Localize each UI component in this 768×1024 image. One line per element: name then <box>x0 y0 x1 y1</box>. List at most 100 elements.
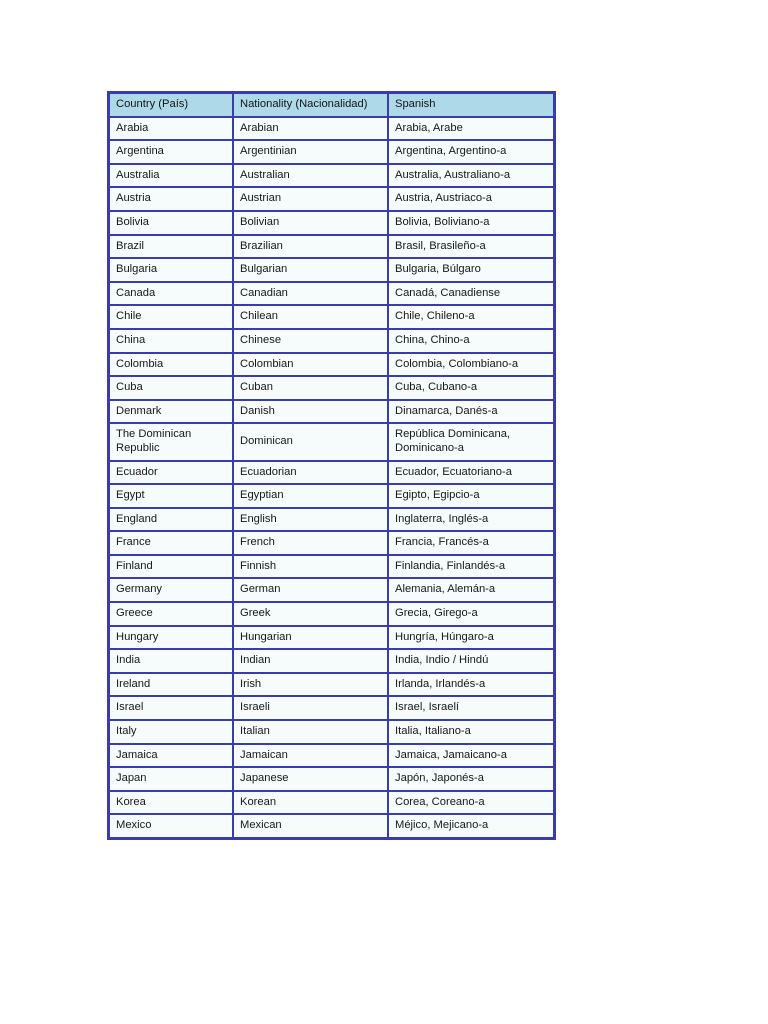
cell-nationality: Jamaican <box>233 743 388 768</box>
cell-spanish: Israel, Israelí <box>388 696 554 721</box>
cell-nationality: Brazilian <box>233 234 388 259</box>
cell-nationality: French <box>233 531 388 555</box>
cell-nationality: Dominican <box>233 423 388 461</box>
cell-country: Jamaica <box>109 743 233 768</box>
cell-country: Mexico <box>109 814 233 838</box>
cell-country: Chile <box>109 305 233 329</box>
table-row: Israel Israeli Israel, Israelí <box>109 696 554 721</box>
cell-spanish: Australia, Australiano-a <box>388 163 554 188</box>
cell-spanish: Francia, Francés-a <box>388 531 554 555</box>
cell-nationality: Arabian <box>233 116 388 141</box>
table-row: Bolivia Bolivian Bolivia, Boliviano-a <box>109 210 554 235</box>
cell-country: China <box>109 328 233 353</box>
cell-country: Argentina <box>109 140 233 164</box>
cell-country: India <box>109 649 233 673</box>
cell-spanish: Brasil, Brasileño-a <box>388 234 554 259</box>
cell-nationality: Austrian <box>233 187 388 211</box>
cell-spanish: Arabia, Arabe <box>388 116 554 141</box>
cell-country: Austria <box>109 187 233 211</box>
cell-nationality: Israeli <box>233 696 388 721</box>
column-header-country: Country (País) <box>109 93 233 117</box>
table-row: Egypt Egyptian Egipto, Egipcio-a <box>109 484 554 508</box>
cell-spanish: Austria, Austriaco-a <box>388 187 554 211</box>
cell-spanish: Alemania, Alemán-a <box>388 578 554 603</box>
cell-spanish: Irlanda, Irlandés-a <box>388 672 554 697</box>
cell-spanish: Bulgaria, Búlgaro <box>388 258 554 282</box>
table-row: Austria Austrian Austria, Austriaco-a <box>109 187 554 211</box>
table-row: China Chinese China, Chino-a <box>109 328 554 353</box>
cell-nationality: Canadian <box>233 281 388 306</box>
cell-spanish: Corea, Coreano-a <box>388 790 554 815</box>
cell-spanish: Chile, Chileno-a <box>388 305 554 329</box>
cell-country: Colombia <box>109 352 233 377</box>
cell-nationality: Bulgarian <box>233 258 388 282</box>
cell-nationality: Finnish <box>233 554 388 579</box>
table-row: Mexico Mexican Méjico, Mejicano-a <box>109 814 554 838</box>
table-row: Hungary Hungarian Hungría, Húngaro-a <box>109 625 554 650</box>
cell-spanish: Japón, Japonés-a <box>388 767 554 791</box>
cell-spanish: Dinamarca, Danés-a <box>388 399 554 424</box>
table-row: Korea Korean Corea, Coreano-a <box>109 790 554 815</box>
table-header-row: Country (País) Nationality (Nacionalidad… <box>109 93 554 117</box>
table-row: Japan Japanese Japón, Japonés-a <box>109 767 554 791</box>
cell-spanish: Ecuador, Ecuatoriano-a <box>388 460 554 485</box>
cell-country: Denmark <box>109 399 233 424</box>
cell-spanish: Méjico, Mejicano-a <box>388 814 554 838</box>
cell-country: Brazil <box>109 234 233 259</box>
cell-spanish: Egipto, Egipcio-a <box>388 484 554 508</box>
table-body: Arabia Arabian Arabia, Arabe Argentina Argen… <box>109 116 554 838</box>
column-header-spanish: Spanish <box>388 93 554 117</box>
cell-country: England <box>109 507 233 532</box>
cell-spanish: China, Chino-a <box>388 328 554 353</box>
table-row: England English Inglaterra, Inglés-a <box>109 507 554 532</box>
cell-country: Israel <box>109 696 233 721</box>
table-row: Finland Finnish Finlandia, Finlandés-a <box>109 554 554 579</box>
cell-country: Finland <box>109 554 233 579</box>
table-row: Australia Australian Australia, Australian… <box>109 163 554 188</box>
table-row: Denmark Danish Dinamarca, Danés-a <box>109 399 554 424</box>
table-row: Ireland Irish Irlanda, Irlandés-a <box>109 672 554 697</box>
cell-nationality: Indian <box>233 649 388 673</box>
table-row: Bulgaria Bulgarian Bulgaria, Búlgaro <box>109 258 554 282</box>
cell-country: Greece <box>109 602 233 626</box>
cell-country: Korea <box>109 790 233 815</box>
table-row: Jamaica Jamaican Jamaica, Jamaicano-a <box>109 743 554 768</box>
cell-nationality: Australian <box>233 163 388 188</box>
cell-nationality: Italian <box>233 720 388 744</box>
document-page: Country (País) Nationality (Nacionalidad… <box>0 0 768 1024</box>
cell-spanish: República Dominicana, Dominicano-a <box>388 423 554 461</box>
cell-nationality: Cuban <box>233 376 388 400</box>
table-row: Germany German Alemania, Alemán-a <box>109 578 554 603</box>
table-row: Ecuador Ecuadorian Ecuador, Ecuatoriano-a <box>109 460 554 485</box>
cell-country: Bulgaria <box>109 258 233 282</box>
cell-country: The Dominican Republic <box>109 423 233 461</box>
cell-country: Bolivia <box>109 210 233 235</box>
table-row: Canada Canadian Canadá, Canadiense <box>109 281 554 306</box>
cell-spanish: Argentina, Argentino-a <box>388 140 554 164</box>
cell-country: Ecuador <box>109 460 233 485</box>
table-row: Greece Greek Grecia, Girego-a <box>109 602 554 626</box>
cell-country: Ireland <box>109 672 233 697</box>
cell-country: Cuba <box>109 376 233 400</box>
cell-nationality: Japanese <box>233 767 388 791</box>
cell-nationality: Danish <box>233 399 388 424</box>
cell-country: Canada <box>109 281 233 306</box>
table-row: Chile Chilean Chile, Chileno-a <box>109 305 554 329</box>
table-row: Brazil Brazilian Brasil, Brasileño-a <box>109 234 554 259</box>
cell-nationality: Egyptian <box>233 484 388 508</box>
cell-country: Germany <box>109 578 233 603</box>
cell-country: France <box>109 531 233 555</box>
cell-nationality: Colombian <box>233 352 388 377</box>
table-header: Country (País) Nationality (Nacionalidad… <box>109 93 554 117</box>
cell-spanish: Grecia, Girego-a <box>388 602 554 626</box>
cell-spanish: Cuba, Cubano-a <box>388 376 554 400</box>
cell-spanish: Bolivia, Boliviano-a <box>388 210 554 235</box>
cell-nationality: Korean <box>233 790 388 815</box>
cell-spanish: India, Indio / Hindú <box>388 649 554 673</box>
cell-nationality: Hungarian <box>233 625 388 650</box>
table-row: Arabia Arabian Arabia, Arabe <box>109 116 554 141</box>
cell-spanish: Jamaica, Jamaicano-a <box>388 743 554 768</box>
table-row: Argentina Argentinian Argentina, Argentino… <box>109 140 554 164</box>
cell-spanish: Inglaterra, Inglés-a <box>388 507 554 532</box>
cell-nationality: Irish <box>233 672 388 697</box>
